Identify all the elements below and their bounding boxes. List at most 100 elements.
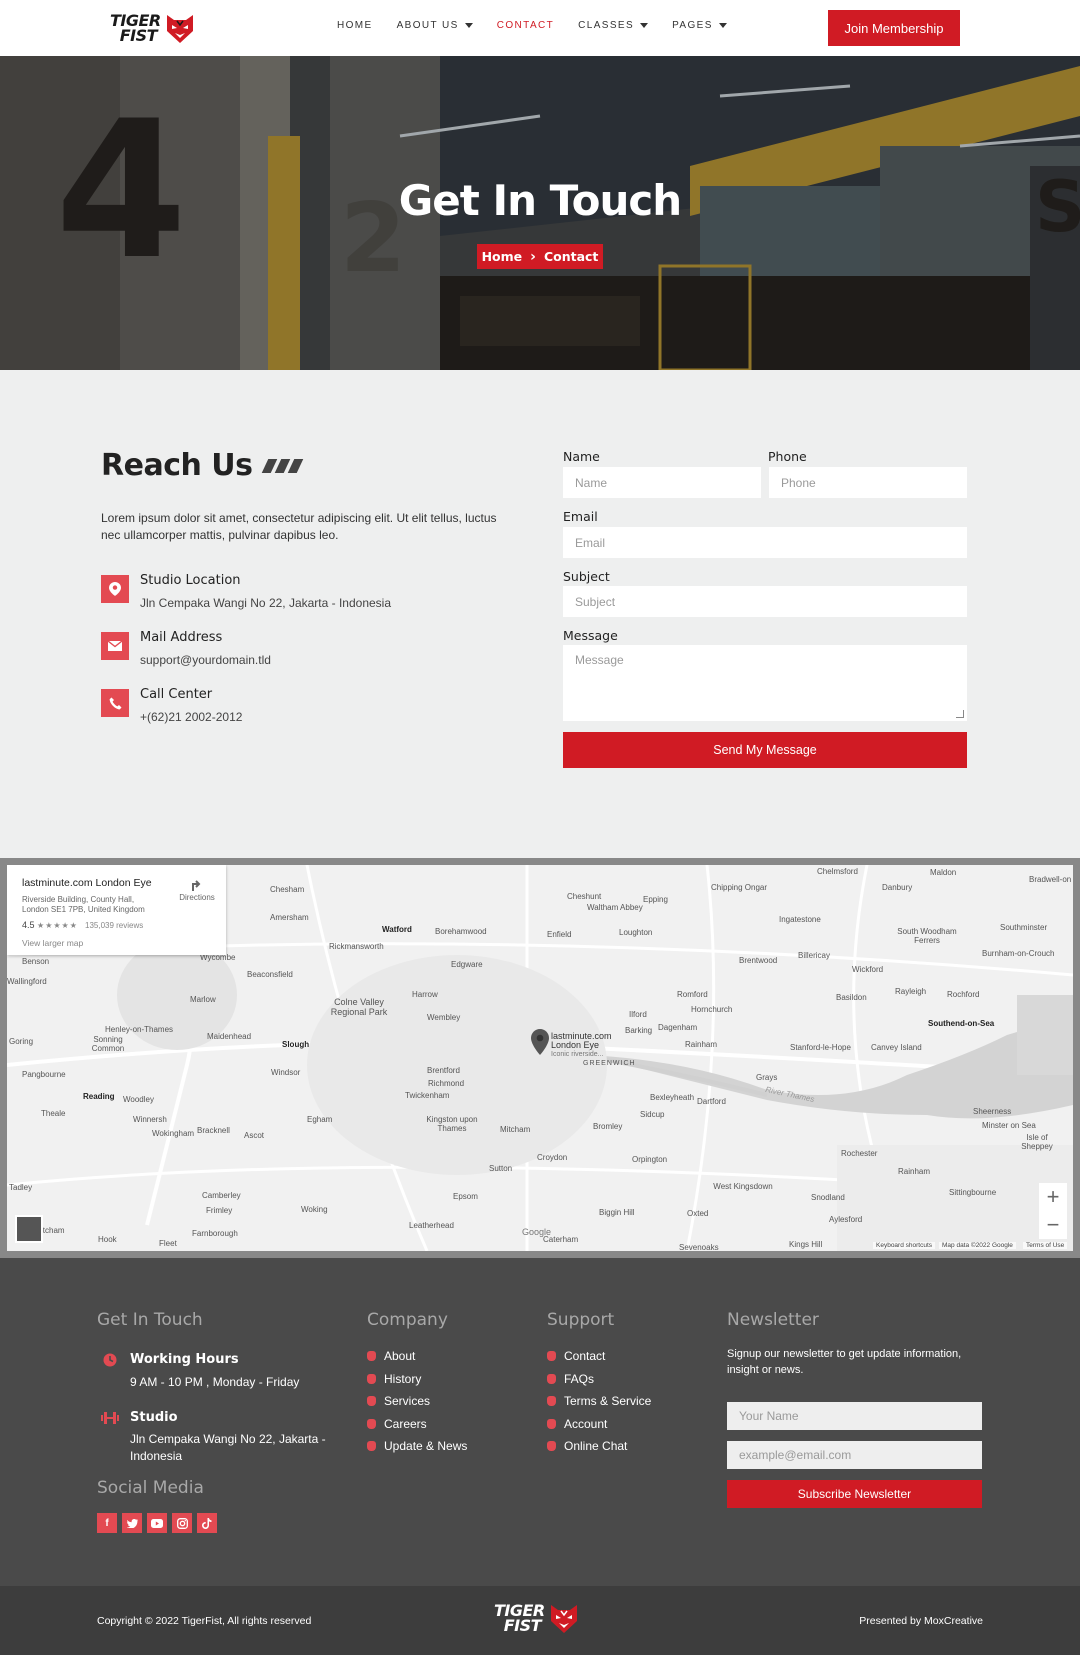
map-place-label: Beaconsfield [247, 970, 293, 979]
tiger-bullet-icon [367, 1396, 376, 1406]
map-place-label: Sonning Common [91, 1035, 125, 1053]
nav-item-home[interactable]: HOME [337, 20, 373, 31]
map-pin-icon[interactable] [531, 1029, 549, 1055]
terms-of-use-link[interactable]: Terms of Use [1023, 1242, 1068, 1249]
map-place-label: Reading [83, 1092, 115, 1101]
chevron-right-icon: › [530, 248, 536, 265]
map-place-label: Sidcup [640, 1110, 665, 1119]
footer-link-services[interactable]: Services [367, 1394, 430, 1408]
map-place-label: Ingatestone [779, 915, 821, 924]
map-place-label: Fleet [159, 1239, 177, 1248]
message-label: Message [563, 628, 618, 643]
map-place-label: Maidenhead [207, 1032, 252, 1041]
phone-input[interactable] [769, 467, 967, 498]
pin-label: lastminute.com London Eye Iconic riversi… [551, 1031, 612, 1059]
map-place-label: Twickenham [405, 1091, 450, 1100]
nav-item-pages[interactable]: PAGES [672, 20, 727, 31]
map-place-label: Leatherhead [409, 1221, 454, 1230]
site-footer: Get In Touch Working Hours 9 AM - 10 PM … [0, 1258, 1080, 1586]
place-rating: 4.5 ★★★★★ [22, 920, 78, 930]
map-place-label: Aylesford [829, 1215, 863, 1224]
place-reviews-link[interactable]: 135,039 reviews [85, 921, 143, 930]
zoom-out-button[interactable]: − [1039, 1211, 1067, 1239]
nav-item-about-us[interactable]: ABOUT US [397, 20, 473, 31]
place-info-card: lastminute.com London Eye Riverside Buil… [7, 865, 226, 955]
map-place-label: Mitcham [500, 1125, 531, 1134]
map-place-label: Sevenoaks [679, 1243, 719, 1251]
facebook-icon[interactable]: f [97, 1513, 117, 1533]
tiger-bullet-icon [367, 1419, 376, 1429]
message-textarea[interactable] [563, 645, 967, 721]
email-input[interactable] [563, 527, 967, 558]
map-place-label: Camberley [202, 1191, 241, 1200]
info-title: Studio Location [140, 573, 241, 588]
nav-item-classes[interactable]: CLASSES [578, 20, 649, 31]
map-place-label: Rickmansworth [329, 942, 384, 951]
keyboard-shortcuts-link[interactable]: Keyboard shortcuts [873, 1242, 936, 1249]
map-place-label: Woking [301, 1205, 328, 1214]
map-place-label: Romford [677, 990, 708, 999]
newsletter-name-input[interactable] [727, 1402, 982, 1430]
brand-logo[interactable]: TIGER FIST [110, 8, 204, 48]
directions-button[interactable]: Directions [175, 877, 219, 902]
newsletter-email-input[interactable] [727, 1441, 982, 1469]
map-place-label: Epsom [453, 1192, 478, 1201]
map-place-label: Isle of Sheppey [1021, 1133, 1053, 1151]
map-place-label: Amersham [270, 913, 309, 922]
youtube-icon[interactable] [147, 1513, 167, 1533]
name-label: Name [563, 449, 600, 464]
twitter-icon[interactable] [122, 1513, 142, 1533]
footer-link-about[interactable]: About [367, 1349, 415, 1363]
zoom-in-button[interactable]: + [1039, 1183, 1067, 1211]
footer-link-contact[interactable]: Contact [547, 1349, 605, 1363]
footer-link-faqs[interactable]: FAQs [547, 1372, 594, 1386]
footer-link-careers[interactable]: Careers [367, 1417, 427, 1431]
map-place-label: Harrow [412, 990, 438, 999]
subject-input[interactable] [563, 586, 967, 617]
map-place-label: Burnham-on-Crouch [982, 949, 1055, 958]
footer-link-online-chat[interactable]: Online Chat [547, 1439, 627, 1453]
map-layer-toggle[interactable] [15, 1215, 43, 1243]
map-place-label: West Kingsdown [713, 1182, 773, 1191]
send-message-button[interactable]: Send My Message [563, 732, 967, 768]
map-place-label: Edgware [451, 960, 483, 969]
footer-link-update-news[interactable]: Update & News [367, 1439, 467, 1453]
subscribe-newsletter-button[interactable]: Subscribe Newsletter [727, 1480, 982, 1508]
map-place-label: Colne Valley Regional Park [330, 997, 388, 1017]
footer-link-terms[interactable]: Terms & Service [547, 1394, 651, 1408]
map-place-label: Hook [98, 1235, 117, 1244]
working-hours-title: Working Hours [130, 1352, 239, 1367]
directions-icon [192, 880, 201, 891]
section-title: Reach Us [101, 448, 303, 483]
resize-handle-icon[interactable] [956, 710, 964, 718]
social-links: f [97, 1513, 217, 1533]
breadcrumb-home-link[interactable]: Home [482, 249, 523, 264]
studio-title: Studio [130, 1410, 178, 1425]
map-place-label: Bromley [593, 1122, 623, 1131]
footer-link-account[interactable]: Account [547, 1417, 607, 1431]
footer-brand-logo[interactable]: TIGER FIST [494, 1601, 581, 1635]
footer-link-history[interactable]: History [367, 1372, 421, 1386]
envelope-icon [101, 632, 129, 660]
embedded-map[interactable]: Chesham Amersham Watford Borehamwood Enf… [7, 865, 1073, 1251]
map-place-label: Orpington [632, 1155, 668, 1164]
map-pin-icon [101, 575, 129, 603]
map-place-label: Windsor [271, 1068, 301, 1077]
join-membership-button[interactable]: Join Membership [828, 10, 960, 46]
map-place-label: Benson [22, 957, 50, 966]
map-place-label: Sheerness [973, 1107, 1012, 1116]
logo-wordmark: TIGER FIST [494, 1601, 545, 1635]
map-place-label: Egham [307, 1115, 333, 1124]
view-larger-map-link[interactable]: View larger map [22, 938, 83, 948]
support-title: Support [547, 1310, 615, 1330]
instagram-icon[interactable] [172, 1513, 192, 1533]
nav-item-contact[interactable]: CONTACT [497, 20, 554, 31]
name-input[interactable] [563, 467, 761, 498]
map-place-label: Wembley [427, 1013, 461, 1022]
map-place-label: Chesham [270, 885, 305, 894]
info-title: Call Center [140, 687, 213, 702]
tiktok-icon[interactable] [197, 1513, 217, 1533]
map-place-label: Billericay [798, 951, 831, 960]
map-place-label: Slough [282, 1040, 310, 1049]
map-place-label: Hornchurch [691, 1005, 733, 1014]
